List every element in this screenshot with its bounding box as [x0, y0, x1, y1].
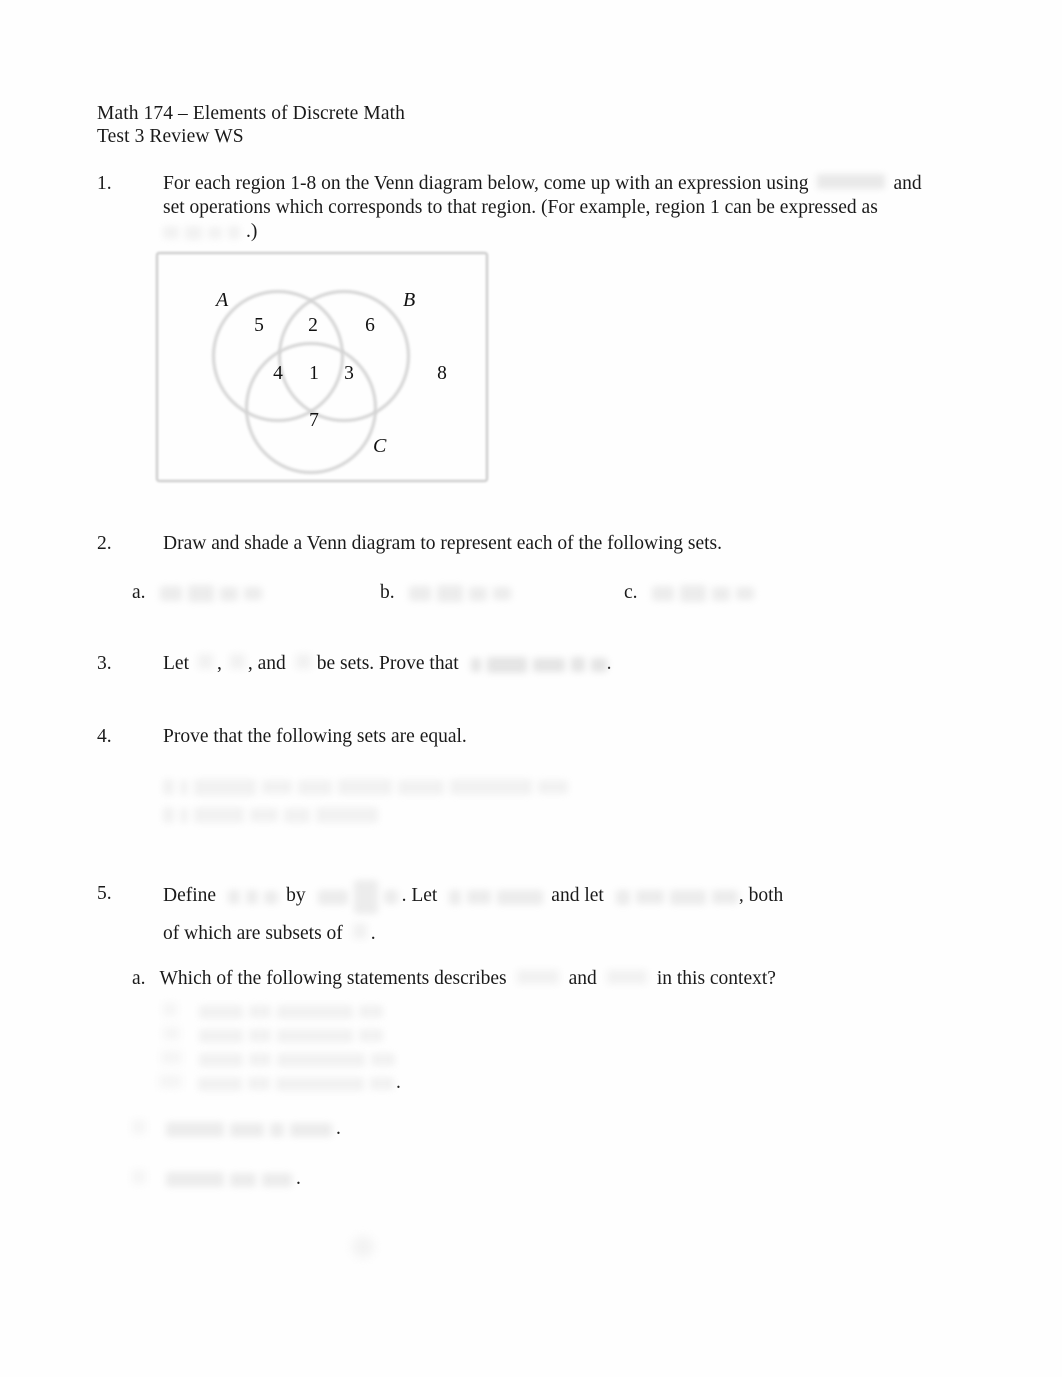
question-3-seg-comma-1: ,	[216, 653, 222, 674]
question-3-number: 3.	[97, 653, 112, 674]
question-3-redacted-set-2	[229, 654, 245, 669]
question-3-seg-period: .	[606, 653, 612, 674]
venn-set-label-c: C	[373, 435, 387, 457]
question-5-seg-let-1: . Let	[401, 885, 438, 907]
question-2-text: Draw and shade a Venn diagram to represe…	[163, 533, 722, 554]
question-5-seg-subsets: of which are subsets of	[163, 923, 343, 944]
question-5-redacted-set-1	[449, 882, 544, 910]
question-5-choice-iv-redacted	[198, 1069, 394, 1097]
question-1-text-middle: and	[893, 173, 922, 194]
question-5-redacted-function-definition	[317, 880, 398, 914]
question-5-seg-and-let: and let	[551, 885, 604, 907]
question-5-redacted-domain	[352, 923, 367, 939]
question-4-setbuilder-1	[163, 773, 568, 801]
question-5-choice-ii-marker	[163, 1027, 180, 1040]
question-5-part-b-redacted	[166, 1115, 332, 1143]
question-5-seg-both: , both	[738, 885, 784, 907]
venn-region-label-6: 6	[365, 315, 375, 336]
venn-region-label-2: 2	[308, 315, 318, 336]
question-2-part-b: b.	[380, 579, 511, 607]
question-2-part-c-redacted	[651, 579, 754, 607]
question-5-part-c-tail: .	[296, 1168, 301, 1189]
question-5-redacted-set-2	[615, 882, 738, 910]
venn-set-label-a: A	[216, 289, 229, 311]
question-5-part-a: a. Which of the following statements des…	[132, 965, 776, 993]
question-3-redacted-expression	[470, 650, 607, 678]
question-5-part-c: .	[132, 1165, 301, 1193]
venn-region-label-5: 5	[254, 315, 264, 336]
question-5-number: 5.	[97, 883, 112, 904]
question-2-part-a-redacted	[159, 579, 262, 607]
question-2-part-b-label: b.	[380, 582, 395, 603]
question-1-line-3: .)	[163, 218, 257, 246]
venn-region-label-4: 4	[273, 363, 283, 384]
question-5-line-1: Define by . Let and let , both	[163, 880, 783, 914]
question-5-choice-iii-marker	[161, 1051, 182, 1064]
venn-region-label-7: 7	[309, 410, 319, 431]
question-5-choice-iv-marker	[159, 1075, 182, 1088]
question-5-part-a-text-after: in this context?	[656, 968, 776, 989]
venn-circle-c	[245, 342, 377, 474]
question-5-part-a-text-before: Which of the following statements descri…	[159, 968, 507, 989]
question-2-part-c: c.	[624, 579, 754, 607]
question-5-part-a-redacted-symbol-1	[516, 970, 559, 984]
question-5-part-a-redacted-symbol-2	[606, 970, 647, 984]
question-1-line-3-tail: .)	[246, 221, 258, 242]
question-2-number: 2.	[97, 533, 112, 554]
question-5-part-b-label	[132, 1120, 146, 1134]
question-5-part-c-redacted	[166, 1165, 292, 1193]
question-5-redacted-function-name	[228, 882, 279, 910]
question-4-redacted-line-2	[163, 800, 378, 829]
question-2-part-c-label: c.	[624, 582, 638, 603]
question-2-part-a: a.	[132, 579, 262, 607]
question-4-text: Prove that the following sets are equal.	[163, 726, 467, 747]
venn-region-label-1: 1	[309, 363, 319, 384]
question-5-part-a-text-middle: and	[568, 968, 597, 989]
question-3-seg-let: Let	[163, 653, 189, 674]
page-artifact-mark	[352, 1236, 374, 1258]
venn-region-label-8: 8	[437, 363, 447, 384]
question-5-choice-iv: .	[159, 1069, 401, 1097]
question-5-seg-define: Define	[163, 885, 217, 907]
question-1-redacted-expression-2	[163, 218, 240, 246]
question-4-redacted-line-1	[163, 772, 568, 801]
venn-diagram: A B C 5 2 6 4 1 3 8 7	[156, 252, 490, 484]
question-3-redacted-set-3	[295, 654, 311, 669]
question-1-number: 1.	[97, 173, 112, 194]
question-3-seg-prove: be sets. Prove that	[316, 653, 459, 674]
question-5-part-c-label	[132, 1170, 146, 1184]
question-5-part-b-tail: .	[336, 1118, 341, 1139]
question-5-seg-period: .	[370, 923, 376, 944]
venn-set-label-b: B	[403, 289, 416, 311]
document-page: Math 174 – Elements of Discrete Math Tes…	[0, 0, 1062, 1377]
question-3-seg-and: , and	[247, 653, 286, 674]
question-5-part-a-label: a.	[132, 968, 146, 989]
question-5-line-2: of which are subsets of .	[163, 920, 376, 948]
question-5-choice-i-marker	[163, 1003, 177, 1016]
question-2-part-b-redacted	[408, 579, 511, 607]
question-4-number: 4.	[97, 726, 112, 747]
question-4-setbuilder-2	[163, 801, 378, 829]
question-2-part-a-label: a.	[132, 582, 146, 603]
question-5-choice-iv-tail: .	[396, 1072, 401, 1093]
question-3-text: Let , , and be sets. Prove that .	[163, 650, 612, 678]
question-5-seg-by: by	[286, 885, 306, 907]
worksheet-title: Test 3 Review WS	[97, 126, 244, 147]
question-5-part-b: .	[132, 1115, 341, 1143]
question-1-redacted-expression-1	[816, 174, 885, 189]
question-1-line-2: set operations which corresponds to that…	[163, 197, 878, 218]
venn-region-label-3: 3	[344, 363, 354, 384]
question-3-redacted-set-1	[197, 654, 213, 669]
